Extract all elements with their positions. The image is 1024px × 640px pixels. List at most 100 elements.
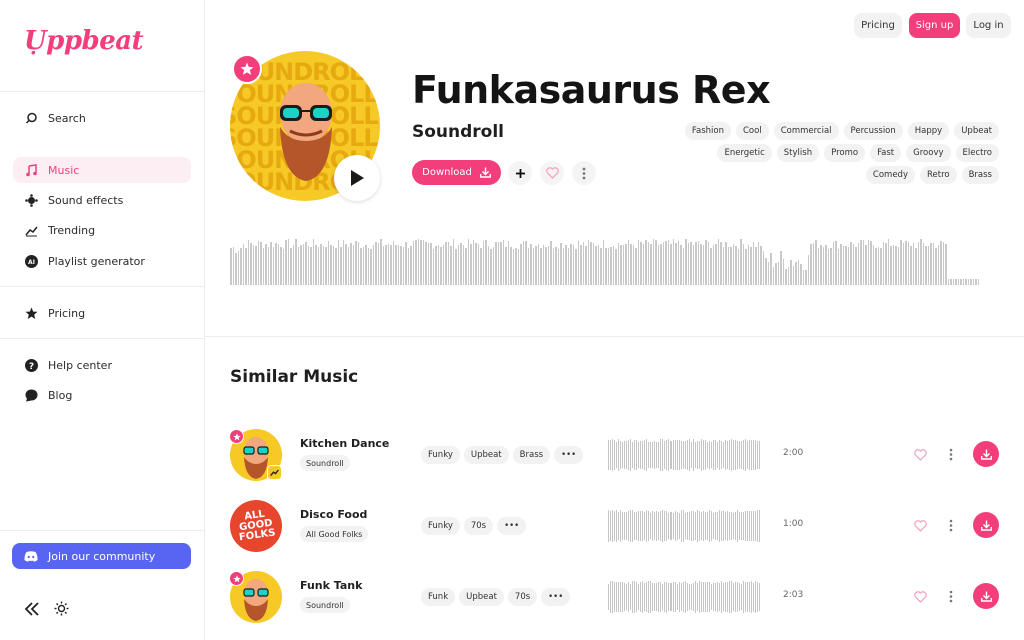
collapse-sidebar-icon[interactable]	[24, 601, 40, 620]
row-download-button[interactable]	[973, 441, 999, 467]
download-button[interactable]: Download	[412, 160, 501, 185]
sidebar-item-label: Trending	[48, 223, 96, 237]
sidebar: Ụppbeat Search Music Sound effects Trend…	[0, 0, 205, 640]
tag-chip[interactable]: Upbeat	[954, 122, 999, 140]
row-waveform[interactable]	[608, 510, 761, 542]
tag-chip[interactable]: Upbeat	[459, 588, 504, 606]
more-vertical-icon[interactable]	[949, 517, 953, 536]
heart-icon[interactable]	[914, 588, 927, 607]
sidebar-item-blog[interactable]: Blog	[13, 382, 191, 408]
tag-chip[interactable]: 70s	[463, 517, 494, 535]
tag-chip[interactable]: 70s	[507, 588, 538, 606]
sidebar-divider	[0, 91, 205, 92]
sidebar-item-label: Blog	[48, 388, 73, 402]
sidebar-item-label: Help center	[48, 358, 112, 372]
tag-chip[interactable]: Funky	[421, 446, 460, 464]
discord-icon	[24, 550, 38, 562]
sidebar-item-label: Pricing	[48, 306, 86, 320]
sidebar-item-pricing[interactable]: Pricing	[13, 300, 191, 326]
more-tags-button[interactable]: •••	[554, 446, 584, 464]
row-waveform[interactable]	[608, 581, 761, 613]
tag-chip[interactable]: Stylish	[776, 144, 820, 162]
more-vertical-icon[interactable]	[949, 588, 953, 607]
more-tags-button[interactable]: •••	[497, 517, 527, 535]
tag-chip[interactable]: Brass	[961, 166, 999, 184]
similar-music-heading: Similar Music	[230, 367, 359, 387]
community-label: Join our community	[48, 549, 156, 563]
play-button[interactable]	[334, 155, 380, 201]
sidebar-divider	[0, 530, 205, 531]
track-thumbnail[interactable]: ALL GOOD FOLKS	[230, 500, 282, 552]
sidebar-item-sound-effects[interactable]: Sound effects	[13, 187, 191, 213]
tag-chip[interactable]: Groovy	[906, 144, 951, 162]
track-row[interactable]: Funk Tank Soundroll Funk Upbeat 70s ••• …	[205, 569, 1024, 625]
row-tags: Funk Upbeat 70s •••	[421, 588, 571, 606]
tag-chip[interactable]: Funk	[421, 588, 456, 606]
more-vertical-icon	[582, 167, 586, 179]
row-waveform[interactable]	[608, 439, 761, 471]
sidebar-item-playlist-generator[interactable]: AI Playlist generator	[13, 248, 191, 274]
track-tags: Fashion Cool Commercial Percussion Happy Upbe…	[679, 122, 999, 184]
tag-chip[interactable]: Percussion	[843, 122, 903, 140]
more-tags-button[interactable]: •••	[541, 588, 571, 606]
signup-button[interactable]: Sign up	[909, 13, 960, 38]
sidebar-item-label: Playlist generator	[48, 254, 145, 268]
tag-chip[interactable]: Upbeat	[463, 446, 509, 464]
row-download-button[interactable]	[973, 583, 999, 609]
blog-icon	[25, 389, 38, 402]
row-track-title[interactable]: Funk Tank	[300, 579, 362, 592]
sidebar-item-music[interactable]: Music	[13, 157, 191, 183]
tag-chip[interactable]: Retro	[919, 166, 957, 184]
tag-chip[interactable]: Brass	[512, 446, 551, 464]
row-track-title[interactable]: Disco Food	[300, 508, 367, 521]
row-track-artist[interactable]: Soundroll	[300, 597, 350, 613]
tag-chip[interactable]: Fashion	[684, 122, 731, 140]
tag-chip[interactable]: Commercial	[773, 122, 839, 140]
tag-chip[interactable]: Energetic	[717, 144, 772, 162]
join-community-button[interactable]: Join our community	[12, 543, 191, 569]
sidebar-item-help-center[interactable]: ? Help center	[13, 352, 191, 378]
tag-chip[interactable]: Happy	[907, 122, 950, 140]
pricing-button[interactable]: Pricing	[854, 13, 902, 38]
row-track-artist[interactable]: Soundroll	[300, 455, 350, 471]
svg-text:AI: AI	[28, 259, 35, 266]
tag-chip[interactable]: Cool	[736, 122, 769, 140]
row-track-title[interactable]: Kitchen Dance	[300, 437, 389, 450]
heart-icon[interactable]	[914, 517, 927, 536]
tag-chip[interactable]: Fast	[870, 144, 902, 162]
row-download-button[interactable]	[973, 512, 999, 538]
track-artist[interactable]: Soundroll	[412, 122, 504, 142]
row-tags: Funky Upbeat Brass •••	[421, 446, 584, 464]
sidebar-item-trending[interactable]: Trending	[13, 217, 191, 243]
add-to-playlist-button[interactable]	[508, 161, 532, 185]
track-row[interactable]: Kitchen Dance Soundroll Funky Upbeat Bra…	[205, 427, 1024, 483]
artist-avatar-illustration	[280, 83, 332, 181]
sidebar-footer	[24, 601, 69, 620]
login-button[interactable]: Log in	[966, 13, 1011, 38]
track-title: Funkasaurus Rex	[412, 68, 771, 112]
more-options-button[interactable]	[572, 161, 596, 185]
help-icon: ?	[25, 358, 38, 372]
sidebar-divider	[0, 338, 205, 339]
theme-toggle-icon[interactable]	[54, 601, 69, 620]
download-icon	[980, 449, 992, 460]
sidebar-item-label: Search	[48, 111, 86, 125]
tag-chip[interactable]: Funky	[421, 517, 460, 535]
download-icon	[980, 520, 992, 531]
section-divider	[205, 336, 1024, 337]
track-row[interactable]: ALL GOOD FOLKS Disco Food All Good Folks…	[205, 498, 1024, 554]
tag-chip[interactable]: Electro	[955, 144, 999, 162]
track-waveform[interactable]	[230, 233, 1000, 285]
logo[interactable]: Ụppbeat	[24, 26, 144, 56]
row-track-artist[interactable]: All Good Folks	[300, 526, 369, 542]
svg-text:?: ?	[29, 362, 34, 372]
more-vertical-icon[interactable]	[949, 446, 953, 465]
favorite-button[interactable]	[540, 161, 564, 185]
tag-chip[interactable]: Promo	[824, 144, 866, 162]
premium-star-badge	[229, 571, 244, 586]
sidebar-item-search[interactable]: Search	[13, 105, 191, 131]
tag-chip[interactable]: Comedy	[865, 166, 915, 184]
heart-icon[interactable]	[914, 446, 927, 465]
plus-icon	[515, 168, 525, 178]
heart-icon	[545, 167, 559, 179]
